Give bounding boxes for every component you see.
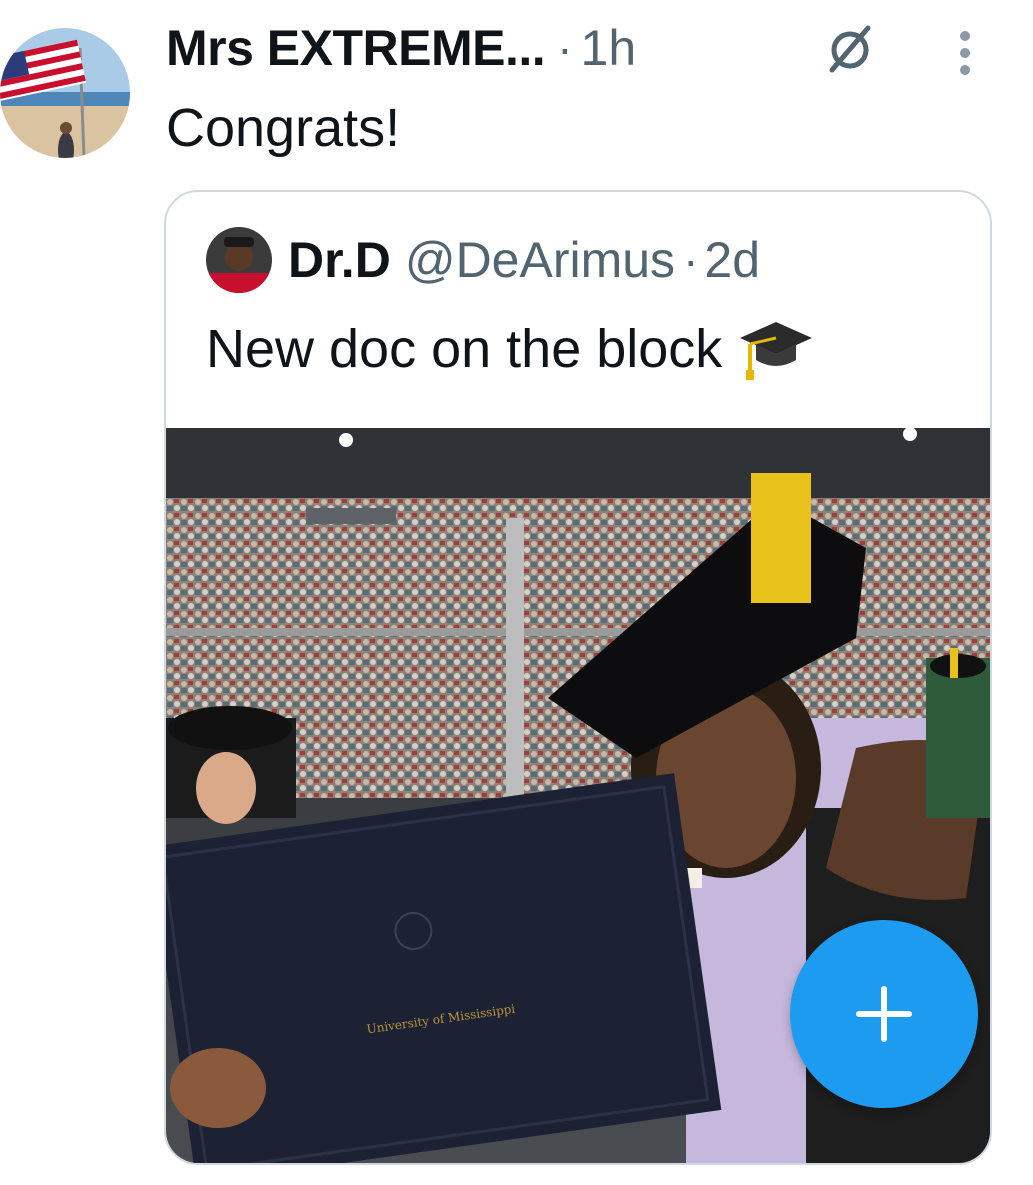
quote-author-name[interactable]: Dr.D [288,231,391,289]
quote-text-line: New doc on the block [206,314,816,384]
header-separator: · [557,22,573,74]
tweet-header: Mrs EXTREME... · 1h [166,18,636,78]
compose-button[interactable] [790,920,978,1108]
tweet-text: Congrats! [166,98,401,158]
tweet[interactable]: Mrs EXTREME... · 1h Congrats! Dr.D @DeAr… [0,0,1033,1185]
quote-separator: · [683,234,699,286]
quote-author-avatar[interactable] [206,227,272,293]
quote-author-handle[interactable]: @DeArimus [405,231,675,289]
author-name[interactable]: Mrs EXTREME... [166,19,546,77]
grok-slash-icon[interactable] [820,18,880,78]
quote-text: New doc on the block [206,319,723,379]
tweet-time[interactable]: 1h [581,19,637,77]
graduation-cap-icon [736,314,816,384]
author-avatar[interactable] [0,28,130,158]
quote-time[interactable]: 2d [704,231,760,289]
flag-beach-avatar-image [0,28,130,158]
plus-icon [856,986,912,1042]
quote-header: Dr.D @DeArimus · 2d [206,227,760,293]
more-vertical-icon[interactable] [950,28,980,78]
